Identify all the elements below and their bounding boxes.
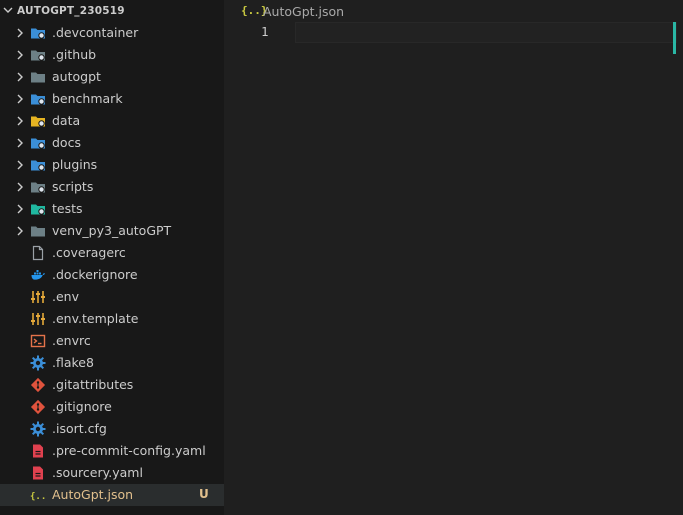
chevron-right-icon[interactable]: [14, 71, 26, 83]
tree-item-label: .sourcery.yaml: [52, 465, 143, 480]
tree-item-label: .gitattributes: [52, 377, 134, 392]
tree-item-label: autogpt: [52, 69, 101, 84]
chevron-right-icon[interactable]: [14, 159, 26, 171]
line-number: 1: [261, 24, 269, 39]
tree-file-autogpt-json[interactable]: {..} AutoGpt.json U: [0, 484, 224, 506]
tree-file-pre-commit-config-yaml[interactable]: .pre-commit-config.yaml: [0, 440, 224, 462]
tree-item-label: plugins: [52, 157, 98, 172]
explorer-root-header[interactable]: AUTOGPT_230519: [0, 0, 224, 22]
tree-folder-docs[interactable]: docs: [0, 132, 224, 154]
current-line-highlight[interactable]: [295, 22, 677, 43]
tree-item-label: .pre-commit-config.yaml: [52, 443, 206, 458]
env-settings-icon: [30, 289, 46, 305]
svg-text:{..}: {..}: [30, 492, 46, 502]
tree-file-gitignore[interactable]: .gitignore: [0, 396, 224, 418]
tree-folder-github[interactable]: .github: [0, 44, 224, 66]
tree-file-env-template[interactable]: .env.template: [0, 308, 224, 330]
tree-item-label: docs: [52, 135, 81, 150]
tree-item-label: .gitignore: [52, 399, 112, 414]
folder-icon: [30, 223, 46, 239]
explorer-sidebar: AUTOGPT_230519 .devcontainer .github autog…: [0, 0, 224, 515]
docs-folder-icon: [30, 135, 46, 151]
benchmark-folder-icon: [30, 91, 46, 107]
tree-file-flake8[interactable]: .flake8: [0, 352, 224, 374]
tree-item-label: .coveragerc: [52, 245, 126, 260]
tree-folder-benchmark[interactable]: benchmark: [0, 88, 224, 110]
tree-item-label: tests: [52, 201, 83, 216]
tree-item-label: .devcontainer: [52, 25, 139, 40]
tree-item-label: benchmark: [52, 91, 123, 106]
plugins-folder-icon: [30, 157, 46, 173]
tree-item-label: .flake8: [52, 355, 94, 370]
explorer-root-title: AUTOGPT_230519: [17, 5, 125, 17]
chevron-right-icon[interactable]: [14, 115, 26, 127]
tree-file-envrc[interactable]: .envrc: [0, 330, 224, 352]
json-icon: {..}: [30, 487, 52, 503]
tree-item-label: .github: [52, 47, 97, 62]
tree-item-label: .env.template: [52, 311, 139, 326]
git-icon: [30, 399, 46, 415]
file-icon: [30, 245, 46, 261]
tab-label: AutoGpt.json: [263, 4, 345, 19]
tree-file-isort-cfg[interactable]: .isort.cfg: [0, 418, 224, 440]
tree-item-label: venv_py3_autoGPT: [52, 223, 172, 238]
tests-folder-icon: [30, 201, 46, 217]
tree-item-label: .dockerignore: [52, 267, 138, 282]
chevron-right-icon[interactable]: [14, 93, 26, 105]
tree-item-label: .envrc: [52, 333, 91, 348]
scripts-folder-icon: [30, 179, 46, 195]
editor-area[interactable]: {..} AutoGpt.json 1: [225, 0, 683, 515]
tree-file-dockerignore[interactable]: .dockerignore: [0, 264, 224, 286]
tree-folder-devcontainer[interactable]: .devcontainer: [0, 22, 224, 44]
gear-icon: [30, 355, 46, 371]
chevron-right-icon[interactable]: [14, 225, 26, 237]
env-settings-icon: [30, 311, 46, 327]
tree-folder-plugins[interactable]: plugins: [0, 154, 224, 176]
docker-icon: [30, 267, 46, 283]
tree-item-label: .isort.cfg: [52, 421, 107, 436]
tree-item-label: data: [52, 113, 81, 128]
github-folder-icon: [30, 47, 46, 63]
git-status-badge: U: [199, 487, 209, 501]
data-folder-icon: [30, 113, 46, 129]
chevron-right-icon[interactable]: [14, 49, 26, 61]
tree-file-env[interactable]: .env: [0, 286, 224, 308]
tree-item-label: AutoGpt.json: [52, 487, 134, 502]
devcontainer-folder-icon: [30, 25, 46, 41]
editor-tab-breadcrumb[interactable]: {..} AutoGpt.json: [225, 0, 683, 22]
tree-item-label: scripts: [52, 179, 94, 194]
scrollbar-indicator[interactable]: [673, 22, 676, 54]
tree-file-gitattributes[interactable]: .gitattributes: [0, 374, 224, 396]
tree-folder-scripts[interactable]: scripts: [0, 176, 224, 198]
chevron-right-icon[interactable]: [14, 137, 26, 149]
gear-icon: [30, 421, 46, 437]
chevron-right-icon[interactable]: [14, 181, 26, 193]
chevron-down-icon: [3, 7, 13, 13]
yaml-icon: [30, 443, 46, 459]
chevron-right-icon[interactable]: [14, 27, 26, 39]
tree-file-sourcery-yaml[interactable]: .sourcery.yaml: [0, 462, 224, 484]
tree-folder-autogpt[interactable]: autogpt: [0, 66, 224, 88]
terminal-icon: [30, 333, 46, 349]
tree-folder-data[interactable]: data: [0, 110, 224, 132]
yaml-icon: [30, 465, 46, 481]
tree-file-coveragerc[interactable]: .coveragerc: [0, 242, 224, 264]
folder-icon: [30, 69, 46, 85]
tree-folder-venv-py3-autogpt[interactable]: venv_py3_autoGPT: [0, 220, 224, 242]
tree-item-label: .env: [52, 289, 79, 304]
git-icon: [30, 377, 46, 393]
chevron-right-icon[interactable]: [14, 203, 26, 215]
tree-folder-tests[interactable]: tests: [0, 198, 224, 220]
